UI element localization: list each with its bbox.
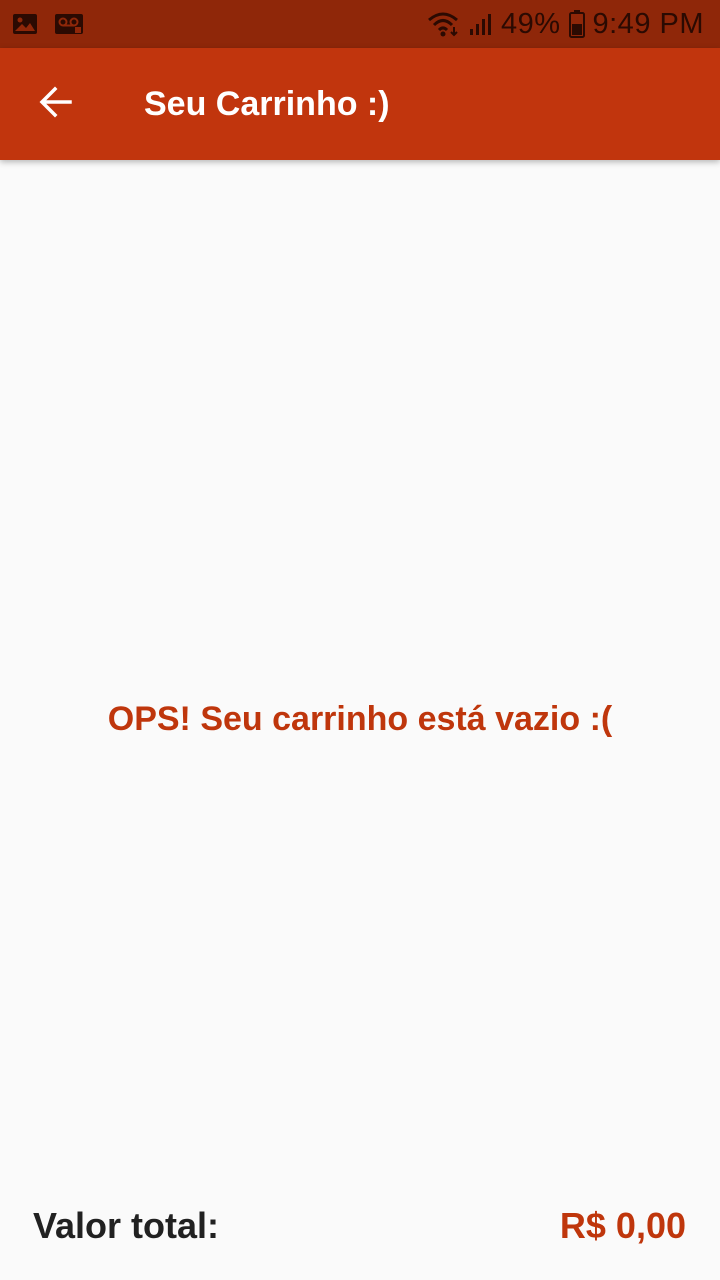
voicemail-icon bbox=[54, 13, 84, 35]
battery-percent: 49% bbox=[500, 7, 561, 40]
app-bar: Seu Carrinho :) bbox=[0, 48, 720, 160]
wifi-icon bbox=[427, 11, 461, 37]
status-left-icons bbox=[12, 13, 84, 35]
signal-icon bbox=[469, 12, 493, 36]
image-notification-icon bbox=[12, 13, 38, 35]
status-bar: 49% 9:49 PM bbox=[0, 0, 720, 48]
cart-content: OPS! Seu carrinho está vazio :( bbox=[0, 160, 720, 1190]
total-label: Valor total: bbox=[33, 1205, 220, 1246]
status-right-icons: 49% 9:49 PM bbox=[427, 8, 704, 41]
back-button[interactable] bbox=[28, 76, 84, 132]
arrow-back-icon bbox=[38, 84, 74, 125]
battery-icon bbox=[568, 10, 585, 38]
page-title: Seu Carrinho :) bbox=[144, 84, 390, 123]
status-time: 9:49 PM bbox=[592, 7, 704, 40]
cart-footer: Valor total: R$ 0,00 bbox=[0, 1190, 720, 1262]
cart-screen: 49% 9:49 PM Seu Carrinho :) OPS! Seu car… bbox=[0, 0, 720, 1280]
total-value: R$ 0,00 bbox=[559, 1205, 686, 1246]
empty-cart-message: OPS! Seu carrinho está vazio :( bbox=[107, 700, 613, 738]
